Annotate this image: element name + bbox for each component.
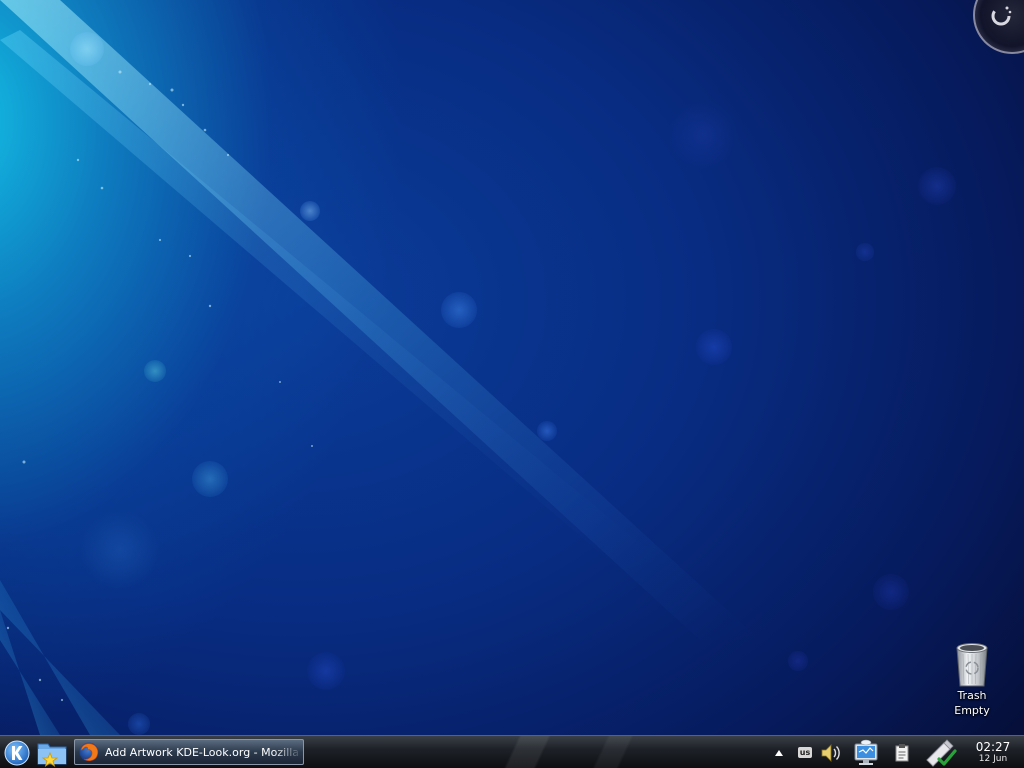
wallpaper-light-beams	[0, 0, 760, 735]
digital-clock[interactable]: 02:27 12 Jun	[966, 736, 1020, 768]
bokeh-light	[70, 32, 104, 66]
bokeh-light	[788, 651, 808, 671]
trash-label: Trash	[957, 689, 987, 702]
desktop-toolbox-cashew[interactable]	[973, 0, 1024, 54]
update-notifier-icon	[926, 738, 957, 767]
clipboard-icon	[895, 743, 909, 761]
task-title: Add Artwork KDE-Look.org - Mozilla Firef…	[105, 745, 303, 759]
bokeh-light	[873, 574, 909, 610]
network-monitor-icon	[854, 739, 878, 765]
kde-logo-icon	[4, 740, 30, 765]
bokeh-light	[696, 329, 732, 365]
bokeh-light	[441, 292, 477, 328]
speaker-icon	[821, 743, 840, 762]
bokeh-light	[144, 360, 166, 382]
bokeh-light	[192, 461, 228, 497]
places-folder-button[interactable]	[34, 736, 70, 768]
clock-date: 12 Jun	[978, 754, 1008, 764]
bokeh-light	[300, 201, 320, 221]
update-notifier[interactable]	[922, 736, 960, 768]
bokeh-light	[918, 167, 956, 205]
keyboard-layout-label: us	[797, 747, 813, 758]
trash-icon	[956, 643, 988, 687]
bokeh-light	[128, 713, 150, 735]
desktop-icon-trash[interactable]: Trash Empty	[942, 640, 1002, 730]
trash-status: Empty	[954, 704, 990, 717]
bokeh-light	[307, 652, 345, 690]
volume-control[interactable]	[818, 736, 844, 768]
keyboard-layout-indicator[interactable]: us	[793, 736, 817, 768]
bokeh-light	[537, 421, 557, 441]
clipboard-tool[interactable]	[890, 736, 914, 768]
application-launcher-button[interactable]	[0, 736, 34, 768]
clock-time: 02:27	[975, 740, 1011, 754]
bokeh-light	[668, 100, 738, 170]
folder-star-icon	[37, 743, 67, 767]
plasma-toolbox-icon	[991, 6, 1012, 26]
desktop[interactable]: Trash Empty	[0, 0, 1024, 735]
panel-decoration	[430, 736, 710, 768]
bokeh-light	[80, 510, 160, 590]
systray-expand-button[interactable]	[771, 736, 787, 768]
firefox-icon	[79, 742, 99, 762]
taskbar-panel: Add Artwork KDE-Look.org - Mozilla Firef…	[0, 735, 1024, 768]
wallpaper-sparkles	[6, 70, 313, 702]
taskbar-task-firefox[interactable]: Add Artwork KDE-Look.org - Mozilla Firef…	[74, 739, 304, 765]
arrow-up-icon	[775, 749, 783, 756]
network-monitor[interactable]	[852, 736, 880, 768]
bokeh-light	[856, 243, 874, 261]
